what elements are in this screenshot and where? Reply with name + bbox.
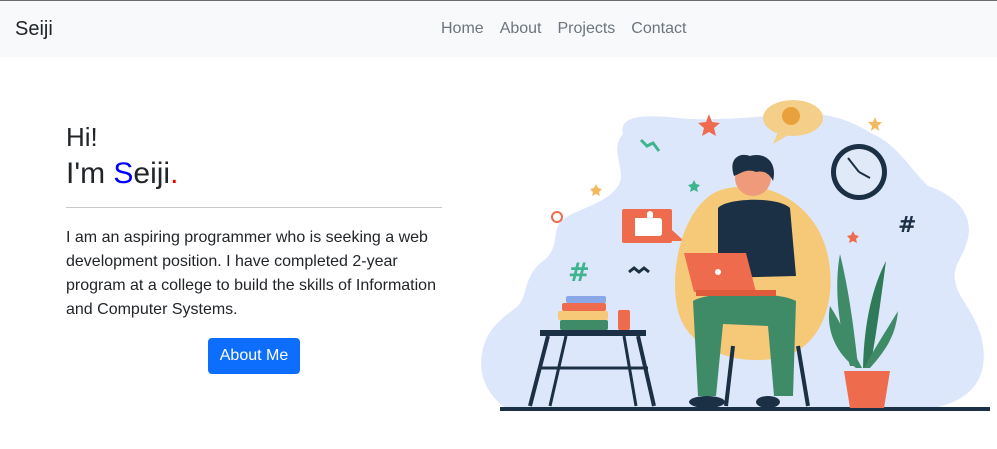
greeting-heading: Hi! <box>66 122 98 152</box>
wall-clock-icon <box>831 144 887 200</box>
side-table <box>540 330 646 336</box>
swirl-icon <box>551 211 563 223</box>
nav-link-home[interactable]: Home <box>441 20 484 38</box>
button-wrapper: About Me <box>66 338 442 374</box>
bio-text: I am an aspiring programmer who is seeki… <box>66 229 436 318</box>
nav-links: Home About Projects Contact <box>441 20 686 38</box>
nav-link-contact[interactable]: Contact <box>631 20 686 38</box>
hashtag-icon: # <box>898 213 916 238</box>
intro-prefix: I'm <box>66 157 114 190</box>
navbar: Seiji Home About Projects Contact <box>0 1 997 57</box>
star-icon <box>868 117 882 131</box>
hashtag-icon: # <box>568 258 590 288</box>
mug <box>618 310 630 330</box>
star-icon <box>590 184 602 196</box>
name-rest: eiji <box>133 157 171 190</box>
brand-logo[interactable]: Seiji <box>15 18 53 41</box>
nav-link-projects[interactable]: Projects <box>558 20 616 38</box>
divider <box>66 207 442 208</box>
intro-heading: I'm Seiji. <box>66 154 442 194</box>
book-stack <box>560 320 608 330</box>
about-me-button[interactable]: About Me <box>207 338 301 374</box>
name-first-letter: S <box>113 157 134 190</box>
floor-line <box>500 407 990 411</box>
nav-link-about[interactable]: About <box>500 20 542 38</box>
name-dot: . <box>170 157 179 190</box>
hero-text: Hi! I'm Seiji. I am an aspiring programm… <box>66 120 442 374</box>
working-person-illustration: # # <box>481 100 990 411</box>
